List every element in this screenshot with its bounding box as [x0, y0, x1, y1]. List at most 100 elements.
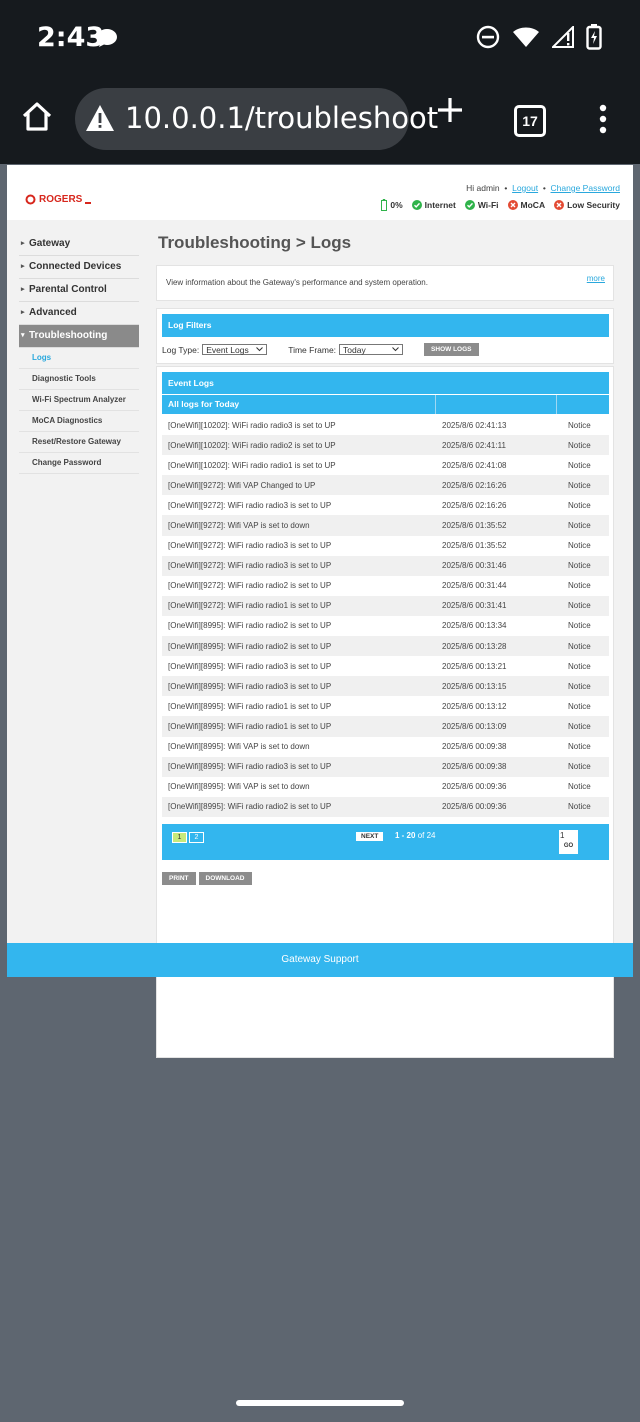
- table-row: [OneWifi][9272]: Wifi VAP is set to down…: [162, 515, 609, 536]
- battery-charging-icon: [586, 24, 602, 50]
- battery-status: 0%: [381, 199, 403, 211]
- time-frame-label: Time Frame:: [288, 344, 337, 355]
- address-bar[interactable]: 10.0.0.1/troubleshoot: [75, 88, 438, 150]
- home-icon[interactable]: [20, 100, 54, 134]
- gateway-support-link[interactable]: Gateway Support: [7, 943, 633, 977]
- log-message: [OneWifi][8995]: WiFi radio radio3 is se…: [162, 756, 436, 777]
- greeting: Hi admin: [466, 183, 500, 193]
- wifi-icon: [513, 27, 539, 47]
- event-logs-table: [OneWifi][10202]: WiFi radio radio3 is s…: [162, 415, 609, 817]
- log-time: 2025/8/6 00:31:41: [436, 595, 562, 616]
- sidebar-item-advanced[interactable]: Advanced: [19, 302, 139, 325]
- log-time: 2025/8/6 02:16:26: [442, 500, 507, 510]
- log-message: [OneWifi][9272]: WiFi radio radio2 is se…: [168, 581, 332, 591]
- table-row: [OneWifi][9272]: WiFi radio radio1 is se…: [162, 595, 609, 616]
- sidebar-sub-wifi-spectrum[interactable]: Wi-Fi Spectrum Analyzer: [19, 390, 139, 411]
- table-row: [OneWifi][9272]: Wifi VAP Changed to UP 2…: [162, 475, 609, 496]
- table-row: [OneWifi][8995]: Wifi VAP is set to down…: [162, 737, 609, 757]
- log-message: [OneWifi][8995]: WiFi radio radio2 is se…: [168, 621, 332, 631]
- security-status: Low Security: [554, 200, 620, 210]
- log-time: 2025/8/6 00:13:28: [436, 636, 562, 657]
- log-level: Notice: [568, 782, 591, 792]
- check-icon: [411, 200, 422, 210]
- log-message: [OneWifi][8995]: WiFi radio radio1 is se…: [162, 716, 436, 737]
- log-filters-header: Log Filters: [162, 314, 609, 337]
- sidebar-item-parental-control[interactable]: Parental Control: [19, 279, 139, 302]
- change-password-link[interactable]: Change Password: [551, 183, 620, 193]
- chat-bubble-icon: [97, 29, 117, 47]
- log-message: [OneWifi][8995]: Wifi VAP is set to down: [168, 742, 310, 752]
- table-row: [OneWifi][8995]: Wifi VAP is set to down…: [162, 777, 609, 797]
- status-indicators: 0% Internet Wi-Fi MoCA Low Security: [381, 199, 620, 211]
- download-button[interactable]: DOWNLOAD: [198, 872, 252, 885]
- log-time: 2025/8/6 00:13:21: [442, 661, 507, 671]
- go-button[interactable]: GO: [559, 843, 578, 849]
- log-filters-card: Log Filters Log Type: Event Logs Time Fr…: [156, 308, 614, 364]
- table-row: [OneWifi][9272]: WiFi radio radio3 is se…: [162, 555, 609, 576]
- more-link[interactable]: more: [587, 274, 605, 283]
- rogers-logo[interactable]: ROGERS: [25, 194, 92, 205]
- sidebar-item-connected-devices[interactable]: Connected Devices: [19, 256, 139, 279]
- sidebar-sub-logs[interactable]: Logs: [19, 348, 139, 369]
- page-header: ROGERS Hi admin • Logout • Change Passwo…: [7, 165, 633, 220]
- log-time: 2025/8/6 00:13:34: [442, 621, 507, 631]
- log-level: Notice: [562, 475, 609, 496]
- table-row: [OneWifi][8995]: WiFi radio radio2 is se…: [162, 796, 609, 817]
- page-1-button[interactable]: 1: [172, 832, 187, 843]
- table-row: [OneWifi][9272]: WiFi radio radio3 is se…: [162, 536, 609, 556]
- new-tab-icon[interactable]: [434, 94, 466, 126]
- internet-status: Internet: [411, 200, 456, 210]
- sidebar: Gateway Connected Devices Parental Contr…: [19, 233, 139, 474]
- log-time: 2025/8/6 02:41:11: [436, 435, 562, 456]
- brand-name: ROGERS: [39, 194, 83, 205]
- battery-percent: 0%: [390, 200, 403, 210]
- logout-link[interactable]: Logout: [512, 183, 538, 193]
- sidebar-sub-change-password[interactable]: Change Password: [19, 453, 139, 474]
- log-message: [OneWifi][10202]: WiFi radio radio3 is s…: [168, 420, 336, 430]
- log-message: [OneWifi][10202]: WiFi radio radio1 is s…: [168, 460, 336, 470]
- clock: 2:43: [37, 22, 105, 53]
- warning-icon[interactable]: [85, 104, 115, 132]
- time-frame-select[interactable]: Today: [339, 344, 404, 355]
- log-level: Notice: [568, 661, 591, 671]
- log-time: 2025/8/6 00:09:36: [442, 782, 507, 792]
- log-message: [OneWifi][8995]: WiFi radio radio2 is se…: [162, 796, 436, 817]
- show-logs-button[interactable]: SHOW LOGS: [424, 343, 479, 356]
- sidebar-sub-reset-restore[interactable]: Reset/Restore Gateway: [19, 432, 139, 453]
- log-level: Notice: [568, 581, 591, 591]
- user-line: Hi admin • Logout • Change Password: [466, 183, 620, 193]
- log-level: Notice: [568, 420, 591, 430]
- filter-row: Log Type: Event Logs Time Frame: Today S…: [162, 343, 479, 356]
- next-button[interactable]: NEXT: [356, 832, 384, 841]
- gesture-nav-bar[interactable]: [236, 1400, 404, 1406]
- log-time: 2025/8/6 02:16:26: [436, 475, 562, 496]
- url-text[interactable]: 10.0.0.1/troubleshoot: [125, 101, 438, 135]
- print-button[interactable]: PRINT: [162, 872, 196, 885]
- log-level: Notice: [568, 701, 591, 711]
- sidebar-item-gateway[interactable]: Gateway: [19, 233, 139, 256]
- log-level: Notice: [562, 676, 609, 697]
- page-input[interactable]: 1: [560, 831, 564, 840]
- sidebar-sub-moca-diagnostics[interactable]: MoCA Diagnostics: [19, 411, 139, 432]
- table-row: [OneWifi][8995]: WiFi radio radio2 is se…: [162, 616, 609, 636]
- log-message: [OneWifi][9272]: WiFi radio radio3 is se…: [168, 541, 332, 551]
- log-type-value: Event Logs: [206, 344, 249, 355]
- log-message: [OneWifi][9272]: Wifi VAP is set to down: [162, 515, 436, 536]
- more-menu-icon[interactable]: [598, 104, 608, 134]
- log-type-select[interactable]: Event Logs: [202, 344, 268, 355]
- time-frame-value: Today: [343, 344, 366, 355]
- error-icon: [554, 200, 565, 210]
- log-level: Notice: [568, 460, 591, 470]
- log-level: Notice: [568, 541, 591, 551]
- page-2-button[interactable]: 2: [189, 832, 204, 843]
- table-row: [OneWifi][10202]: WiFi radio radio1 is s…: [162, 455, 609, 475]
- table-row: [OneWifi][8995]: WiFi radio radio3 is se…: [162, 676, 609, 697]
- log-time: 2025/8/6 01:35:52: [442, 541, 507, 551]
- sidebar-item-troubleshooting[interactable]: Troubleshooting: [19, 325, 139, 348]
- log-level: Notice: [562, 716, 609, 737]
- log-message: [OneWifi][9272]: WiFi radio radio3 is se…: [168, 500, 332, 510]
- log-level: Notice: [568, 742, 591, 752]
- tab-switcher-button[interactable]: 17: [514, 105, 546, 137]
- chevron-down-icon: [392, 347, 399, 352]
- sidebar-sub-diagnostic-tools[interactable]: Diagnostic Tools: [19, 369, 139, 390]
